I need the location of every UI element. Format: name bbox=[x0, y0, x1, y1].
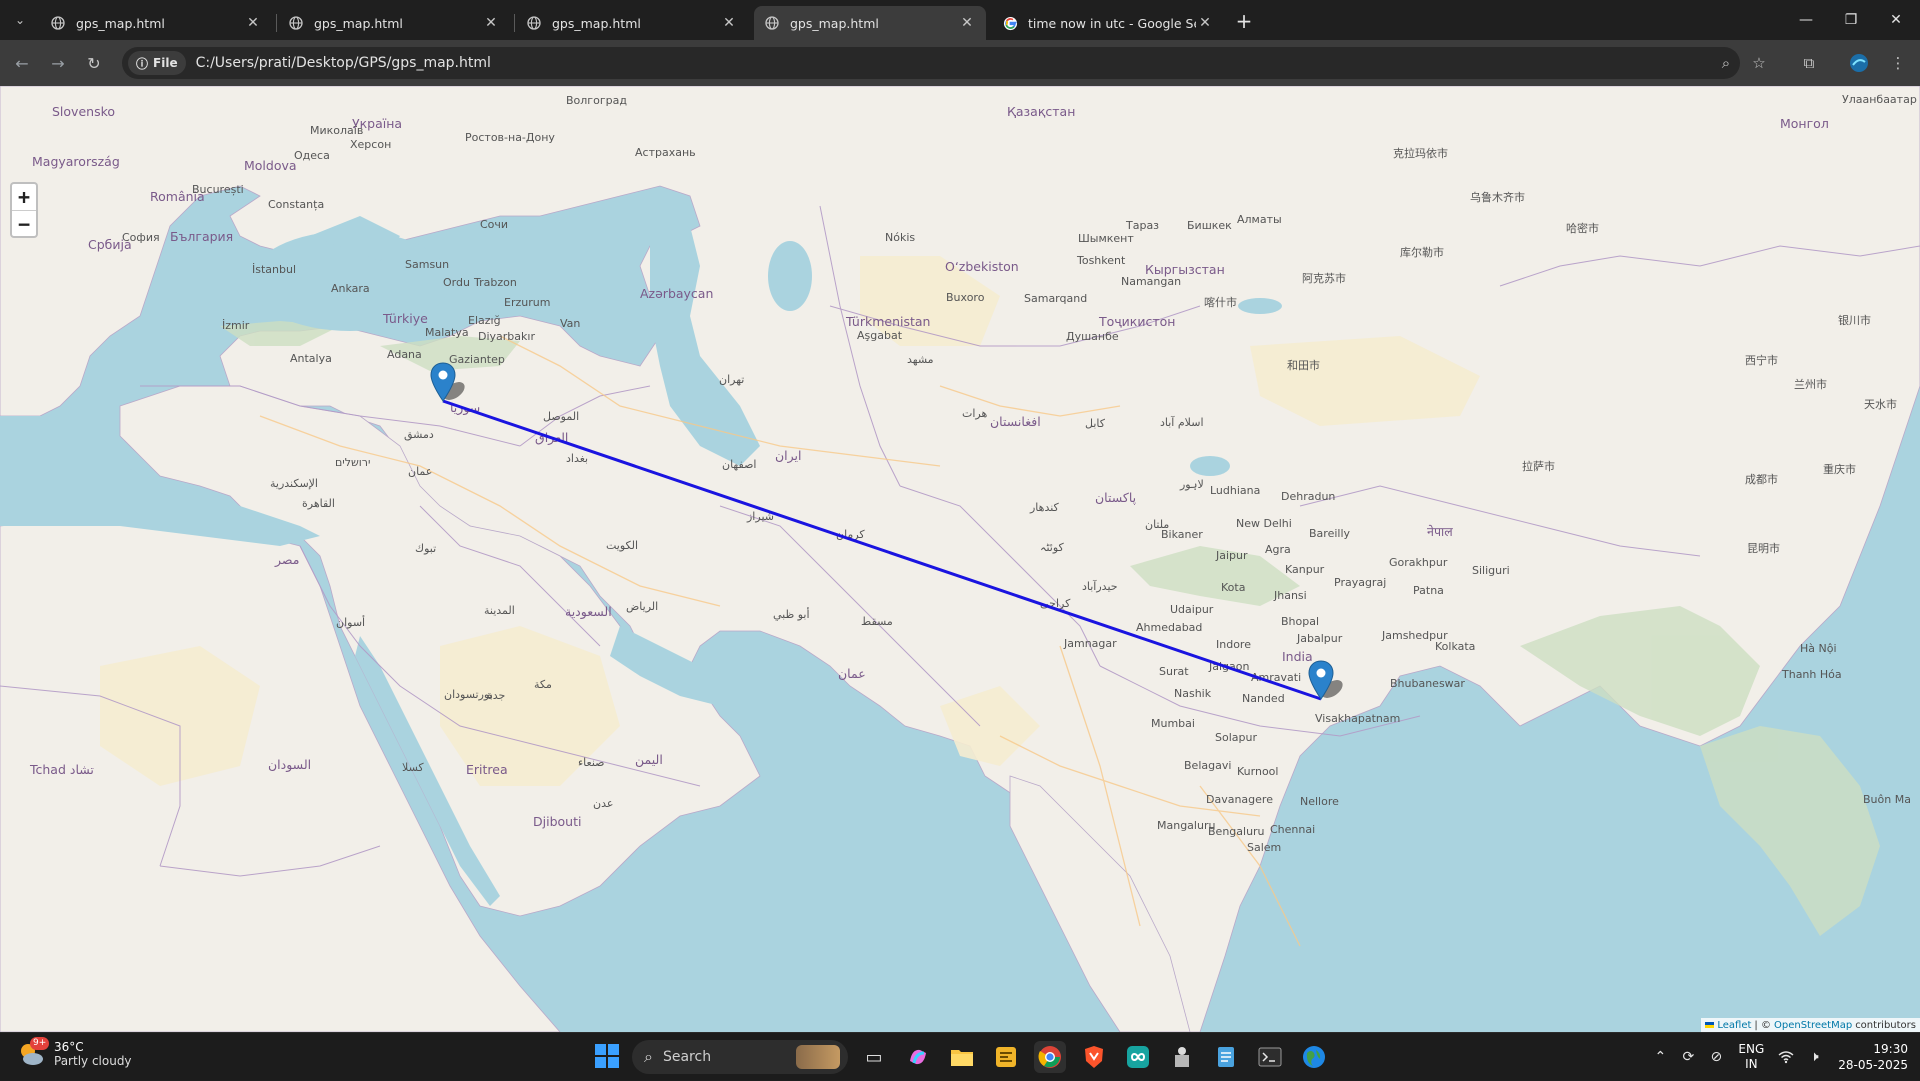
leaflet-flag-icon bbox=[1705, 1022, 1715, 1028]
close-tab-icon[interactable]: ✕ bbox=[958, 14, 976, 32]
attribution-tail: contributors bbox=[1855, 1019, 1916, 1031]
task-view-icon[interactable]: ▭ bbox=[858, 1041, 890, 1073]
close-tab-icon[interactable]: ✕ bbox=[1196, 14, 1214, 32]
tab-gps-map-3[interactable]: gps_map.html ✕ bbox=[516, 6, 748, 40]
copilot-icon[interactable] bbox=[902, 1041, 934, 1073]
zoom-in-button[interactable]: + bbox=[12, 184, 36, 210]
weather-condition: Partly cloudy bbox=[54, 1054, 132, 1068]
tab-strip: ⌄ gps_map.html ✕ gps_map.html ✕ gps_map.… bbox=[0, 0, 1920, 40]
terminal-icon[interactable] bbox=[1254, 1041, 1286, 1073]
tab-title: gps_map.html bbox=[790, 15, 879, 31]
chrome-icon[interactable] bbox=[1034, 1041, 1066, 1073]
leaflet-map[interactable]: Slovensko Україна Moldova România Magyar… bbox=[0, 86, 1920, 1032]
clock-time: 19:30 bbox=[1873, 1042, 1908, 1056]
taskbar-search-label: Search bbox=[662, 1049, 712, 1065]
tab-title: gps_map.html bbox=[552, 15, 641, 31]
wifi-icon[interactable] bbox=[1772, 1050, 1800, 1064]
route-polyline[interactable] bbox=[442, 399, 1322, 701]
info-icon: ⓘ bbox=[136, 56, 149, 71]
network-off-icon[interactable]: ⊘ bbox=[1702, 1049, 1730, 1065]
search-highlight-icon bbox=[796, 1045, 840, 1069]
route-overlay bbox=[430, 362, 1343, 701]
globe-icon bbox=[50, 15, 66, 31]
globe-app-icon[interactable] bbox=[1298, 1041, 1330, 1073]
google-icon bbox=[1002, 15, 1018, 31]
restore-icon[interactable]: ❐ bbox=[1831, 6, 1871, 34]
infinity-app-icon[interactable] bbox=[1122, 1041, 1154, 1073]
windows-start-icon[interactable] bbox=[594, 1043, 622, 1071]
minimize-icon[interactable]: — bbox=[1786, 6, 1826, 34]
url-text[interactable]: C:/Users/prati/Desktop/GPS/gps_map.html bbox=[196, 55, 491, 71]
zoom-control: + − bbox=[10, 182, 38, 238]
clock-date: 28-05-2025 bbox=[1838, 1058, 1908, 1072]
attribution-separator: | © bbox=[1754, 1019, 1771, 1031]
taskbar-search[interactable]: ⌕ Search bbox=[632, 1040, 848, 1074]
weather-temperature: 36°C bbox=[54, 1040, 84, 1054]
weather-widget[interactable]: 9+ 36°C Partly cloudy bbox=[16, 1037, 132, 1069]
close-tab-icon[interactable]: ✕ bbox=[720, 14, 738, 32]
forward-arrow-icon[interactable]: → bbox=[44, 49, 72, 77]
tab-title: gps_map.html bbox=[76, 15, 165, 31]
app-yellow-icon[interactable] bbox=[990, 1041, 1022, 1073]
clock[interactable]: 19:30 28-05-2025 bbox=[1838, 1041, 1908, 1073]
tab-gps-map-1[interactable]: gps_map.html ✕ bbox=[40, 6, 272, 40]
browser-toolbar: ← → ↻ ⓘ File C:/Users/prati/Desktop/GPS/… bbox=[0, 40, 1920, 86]
globe-icon bbox=[764, 15, 780, 31]
weather-partly-cloudy-icon: 9+ bbox=[16, 1037, 50, 1069]
globe-icon bbox=[288, 15, 304, 31]
tab-google-search[interactable]: time now in utc - Google Search ✕ bbox=[992, 6, 1224, 40]
tab-title: gps_map.html bbox=[314, 15, 403, 31]
file-explorer-icon[interactable] bbox=[946, 1041, 978, 1073]
extensions-puzzle-icon[interactable]: ⧉ bbox=[1795, 49, 1823, 77]
speaker-muted-icon[interactable]: 🕨 bbox=[1800, 1049, 1828, 1065]
file-chip-label: File bbox=[153, 56, 178, 70]
sync-icon[interactable]: ⟳ bbox=[1674, 1049, 1702, 1065]
show-hidden-chevron-icon[interactable]: ⌃ bbox=[1646, 1049, 1674, 1065]
close-tab-icon[interactable]: ✕ bbox=[244, 14, 262, 32]
zoom-out-button[interactable]: − bbox=[12, 210, 36, 236]
notepad-icon[interactable] bbox=[1210, 1041, 1242, 1073]
address-bar[interactable]: ⓘ File C:/Users/prati/Desktop/GPS/gps_ma… bbox=[122, 47, 1740, 79]
close-window-icon[interactable]: ✕ bbox=[1876, 6, 1916, 34]
tab-gps-map-active[interactable]: gps_map.html ✕ bbox=[754, 6, 986, 40]
reload-icon[interactable]: ↻ bbox=[80, 49, 108, 77]
language-indicator[interactable]: ENG IN bbox=[1738, 1042, 1764, 1072]
new-tab-button[interactable]: + bbox=[1232, 9, 1256, 33]
menu-kebab-icon[interactable]: ⋮ bbox=[1884, 49, 1912, 77]
profile-avatar[interactable] bbox=[1845, 49, 1873, 77]
tab-search-chevron-icon[interactable]: ⌄ bbox=[8, 8, 32, 32]
back-arrow-icon[interactable]: ← bbox=[8, 49, 36, 77]
weather-badge: 9+ bbox=[30, 1037, 50, 1050]
region-code: IN bbox=[1745, 1057, 1758, 1071]
site-info-chip[interactable]: ⓘ File bbox=[128, 51, 186, 75]
leaflet-link[interactable]: Leaflet bbox=[1717, 1020, 1751, 1031]
system-tray: ⌃ ⟳ ⊘ ENG IN 🕨 19:30 28-05-2025 bbox=[1646, 1033, 1920, 1081]
tab-title: time now in utc - Google Search bbox=[1028, 15, 1196, 31]
openstreetmap-link[interactable]: OpenStreetMap bbox=[1774, 1020, 1852, 1031]
zoom-magnifier-icon[interactable]: ⌕ bbox=[1712, 49, 1740, 77]
figure-app-icon[interactable] bbox=[1166, 1041, 1198, 1073]
brave-browser-icon[interactable] bbox=[1078, 1041, 1110, 1073]
bookmark-star-icon[interactable]: ☆ bbox=[1745, 49, 1773, 77]
tab-gps-map-2[interactable]: gps_map.html ✕ bbox=[278, 6, 510, 40]
globe-icon bbox=[526, 15, 542, 31]
close-tab-icon[interactable]: ✕ bbox=[482, 14, 500, 32]
map-attribution: Leaflet | © OpenStreetMap contributors bbox=[1701, 1018, 1920, 1032]
windows-taskbar: 9+ 36°C Partly cloudy ⌕ Search ▭ ⌃ ⟳ ⊘ E… bbox=[0, 1032, 1920, 1080]
language-code: ENG bbox=[1738, 1042, 1765, 1056]
search-icon: ⌕ bbox=[644, 1047, 653, 1066]
